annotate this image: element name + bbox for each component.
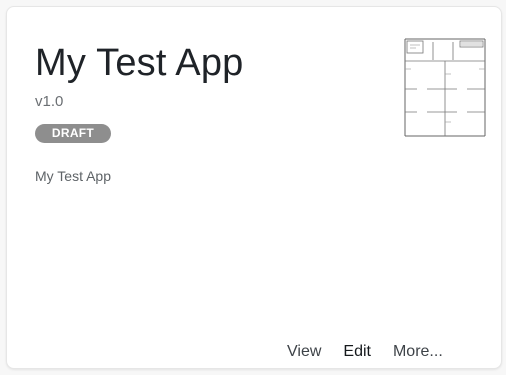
floorplan-icon — [397, 34, 489, 138]
app-card: My Test App v1.0 DRAFT My Test App View … — [6, 6, 502, 369]
more-menu[interactable]: More... — [393, 342, 443, 362]
view-link[interactable]: View — [287, 342, 321, 362]
floorplan-thumbnail — [397, 34, 489, 138]
app-version: v1.0 — [35, 93, 64, 110]
edit-link[interactable]: Edit — [343, 342, 371, 362]
status-badge: DRAFT — [35, 124, 111, 143]
card-actions: View Edit More... — [287, 340, 443, 364]
app-title: My Test App — [35, 42, 244, 84]
app-description: My Test App — [35, 168, 112, 184]
